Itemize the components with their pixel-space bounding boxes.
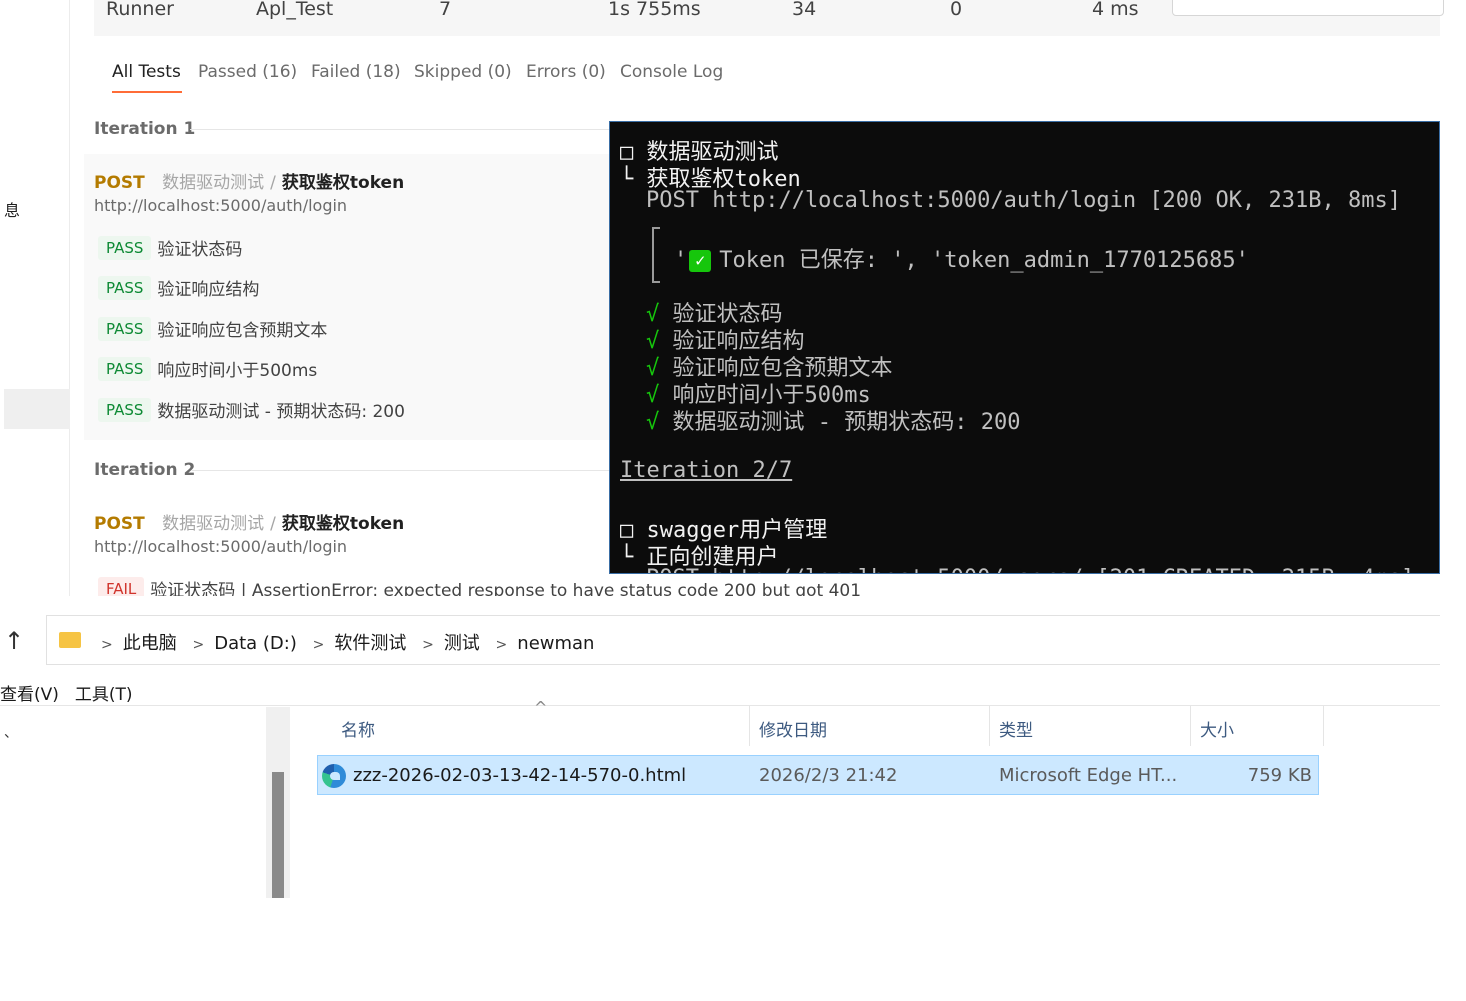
up-arrow-icon[interactable]: ↑ [4,627,24,655]
summary-tests: 34 [792,0,817,20]
run-action-button[interactable] [1172,0,1444,16]
breadcrumb-item[interactable]: 软件测试 [334,633,406,654]
status-badge: PASS [98,275,152,300]
iteration-heading: Iteration 2 [94,460,196,480]
left-sidebar: 息 [0,0,70,596]
breadcrumb: > 此电脑 > Data (D:) > 软件测试 > 测试 > newman [91,629,594,655]
file-row[interactable]: zzz-2026-02-03-13-42-14-570-0.html 2026/… [317,755,1319,795]
request-method: POST [94,173,145,193]
summary-environment: Apl_Test [256,0,334,20]
column-separator[interactable] [1190,706,1191,746]
chevron-right-icon[interactable]: > [101,637,113,653]
address-bar[interactable]: > 此电脑 > Data (D:) > 软件测试 > 测试 > newman [46,615,1440,665]
status-badge: PASS [98,397,152,422]
breadcrumb-separator: / [270,173,276,193]
console-bracket [652,227,660,283]
breadcrumb-item[interactable]: newman [517,633,594,654]
request-name: 获取鉴权token [281,173,405,193]
tab-passed[interactable]: Passed (16) [198,62,297,82]
tab-skipped[interactable]: Skipped (0) [414,62,512,82]
chevron-right-icon[interactable]: > [192,637,204,653]
breadcrumb-item[interactable]: Data (D:) [214,633,297,654]
sidebar-selected-item[interactable] [4,389,70,429]
column-header-type[interactable]: 类型 [999,716,1033,741]
sort-caret-icon: ^ [534,698,548,717]
summary-duration: 1s 755ms [608,0,701,20]
breadcrumb-item[interactable]: 此电脑 [123,633,177,654]
menu-view[interactable]: 查看(V) [0,685,59,705]
terminal-console-line: ' ✓ Token 已保存: ', 'token_admin_1770125685' [674,242,1249,274]
summary-errors: 0 [950,0,963,20]
scrollbar-thumb[interactable] [272,772,284,898]
request-method: POST [94,514,145,534]
active-tab-indicator [112,91,182,93]
status-badge: PASS [98,316,152,341]
request-folder: 数据驱动测试 [162,173,265,193]
test-result-row: PASS 验证响应结构 [98,275,259,303]
test-result-row: PASS 响应时间小于500ms [98,356,317,384]
file-type: Microsoft Edge HT... [999,765,1178,786]
file-size: 759 KB [1247,765,1312,786]
folder-icon [59,632,81,648]
terminal-window[interactable]: □ 数据驱动测试 └ 获取鉴权token POST http://localho… [609,121,1440,574]
status-badge: PASS [98,356,152,381]
tab-failed[interactable]: Failed (18) [311,62,401,82]
terminal-response-line: POST http://localhost:5000/auth/login [2… [646,188,1401,213]
file-name: zzz-2026-02-03-13-42-14-570-0.html [353,765,687,786]
divider [0,705,1440,706]
tab-all-tests[interactable]: All Tests [112,62,181,82]
column-separator[interactable] [1323,706,1324,746]
chevron-right-icon[interactable]: > [422,637,434,653]
test-name: 数据驱动测试 - 预期状态码: 200 [157,402,405,422]
column-separator[interactable] [749,706,750,746]
chevron-right-icon[interactable]: > [496,637,508,653]
column-header-size[interactable]: 大小 [1200,716,1234,741]
terminal-check-line: √ 数据驱动测试 - 预期状态码: 200 [646,404,1020,436]
test-result-row: PASS 验证响应包含预期文本 [98,316,327,344]
test-result-row: PASS 数据驱动测试 - 预期状态码: 200 [98,397,405,425]
divider [192,470,610,471]
request-title[interactable]: POST 数据驱动测试 / 获取鉴权token [94,509,404,534]
summary-source: Runner [106,0,174,20]
status-badge: FAIL [98,576,145,596]
test-name: 响应时间小于500ms [157,361,318,381]
status-badge: PASS [98,235,152,260]
terminal-response-line: POST http://localhost:5000/users/ [201 C… [646,566,1414,573]
sidebar-item-label[interactable]: 息 [4,197,20,221]
test-result-row: FAIL 验证状态码 | AssertionError: expected res… [98,576,861,596]
edge-browser-icon [322,764,346,788]
request-url: http://localhost:5000/auth/login [94,537,348,556]
test-name: 验证状态码 [157,240,243,260]
request-folder: 数据驱动测试 [162,514,265,534]
request-title[interactable]: POST 数据驱动测试 / 获取鉴权token [94,168,404,193]
check-mark-icon: ✓ [689,250,712,272]
test-name: 验证响应包含预期文本 [157,321,328,341]
quote-mark: ' [674,248,688,273]
iteration-heading: Iteration 1 [94,119,196,139]
request-name: 获取鉴权token [281,514,405,534]
divider [190,129,610,130]
summary-iterations: 7 [439,0,452,20]
nav-pane-item[interactable]: 、 [4,722,18,742]
check-label: 数据驱动测试 - 预期状态码: 200 [659,410,1021,435]
summary-avg-response: 4 ms [1092,0,1139,20]
column-header-name[interactable]: 名称 [341,716,375,741]
terminal-iteration-heading: Iteration 2/7 [620,458,793,483]
breadcrumb-item[interactable]: 测试 [444,633,480,654]
breadcrumb-separator: / [270,514,276,534]
chevron-right-icon[interactable]: > [313,637,325,653]
file-modified: 2026/2/3 21:42 [759,765,898,786]
test-result-row: PASS 验证状态码 [98,235,242,263]
tab-errors[interactable]: Errors (0) [526,62,606,82]
request-url: http://localhost:5000/auth/login [94,196,348,215]
tab-console-log[interactable]: Console Log [620,62,723,82]
test-name: 验证状态码 | AssertionError: expected respons… [150,581,862,596]
test-name: 验证响应结构 [157,280,260,300]
menu-bar: 查看(V) 工具(T) [0,680,149,705]
check-icon: √ [646,410,660,435]
menu-tools[interactable]: 工具(T) [75,685,133,705]
console-message: Token 已保存: ', 'token_admin_1770125685' [719,248,1249,273]
column-separator[interactable] [989,706,990,746]
column-header-modified[interactable]: 修改日期 [759,716,827,741]
